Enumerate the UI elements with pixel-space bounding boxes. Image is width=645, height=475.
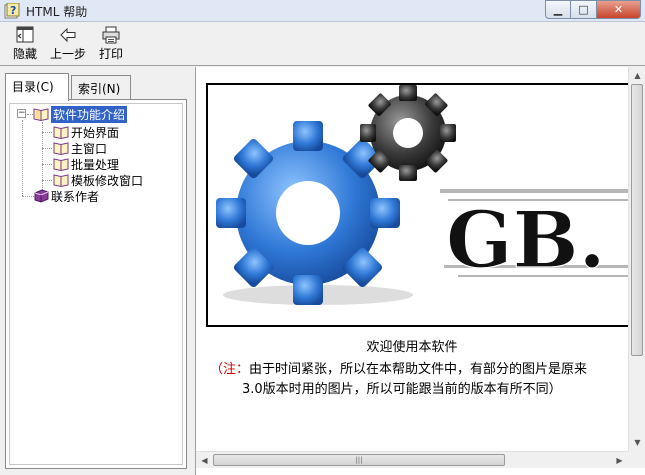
- topic-content: GB. 欢迎使用本软件 （注：由于时间紧张，所以在本帮助文件中，有部分的图片是原…: [196, 67, 628, 451]
- tree-item-contact-author[interactable]: 联系作者: [33, 188, 99, 204]
- back-arrow-icon: [60, 27, 76, 43]
- tree-connector: [42, 148, 52, 149]
- minimize-button[interactable]: ▁: [545, 0, 571, 19]
- tree-connector: [42, 180, 52, 181]
- open-book-icon: [53, 158, 69, 171]
- svg-text:?: ?: [10, 4, 16, 17]
- hide-button[interactable]: 隐藏: [8, 26, 42, 62]
- tab-contents[interactable]: 目录(C): [5, 73, 69, 101]
- vertical-scrollbar[interactable]: ▲ ▼: [628, 67, 645, 451]
- tree-collapse-toggle[interactable]: −: [17, 109, 26, 118]
- horizontal-scrollbar[interactable]: ◀ ||| ▶: [196, 451, 628, 468]
- scroll-left-icon[interactable]: ◀: [196, 452, 213, 469]
- tree-item-label: 软件功能介绍: [51, 105, 128, 123]
- title-bar: ? HTML 帮助 ▁ □ ✕: [0, 0, 645, 22]
- note-prefix: （注：: [210, 362, 250, 377]
- note-line-1: （注：由于时间紧张，所以在本帮助文件中，有部分的图片是原来: [210, 358, 628, 377]
- vertical-scroll-thumb[interactable]: [631, 84, 643, 356]
- topic-pane: GB. 欢迎使用本软件 （注：由于时间紧张，所以在本帮助文件中，有部分的图片是原…: [195, 67, 645, 475]
- tree-item-label: 批量处理: [71, 157, 120, 172]
- print-icon: [102, 26, 120, 44]
- tree-item-label: 开始界面: [71, 125, 120, 140]
- hide-button-label: 隐藏: [12, 47, 37, 61]
- maximize-button[interactable]: □: [571, 0, 597, 19]
- open-book-icon: [53, 126, 69, 139]
- help-question-icon: ?: [4, 3, 20, 19]
- banner-text: GB.: [446, 195, 606, 286]
- tree-connector: [42, 122, 43, 196]
- window-controls: ▁ □ ✕: [545, 0, 641, 20]
- print-button-label: 打印: [98, 47, 123, 61]
- contents-tree[interactable]: − 软件功能介绍 开始界面 主窗口 批量处理 模板修改窗口 联系作者: [5, 99, 187, 469]
- tree-item-label: 主窗口: [71, 141, 108, 156]
- scroll-down-icon[interactable]: ▼: [629, 434, 645, 451]
- back-button-label: 上一步: [49, 47, 86, 61]
- window-title: HTML 帮助: [26, 5, 88, 19]
- scroll-up-icon[interactable]: ▲: [629, 67, 645, 84]
- tab-index[interactable]: 索引(N): [71, 75, 131, 99]
- banner-image: GB.: [206, 83, 628, 327]
- back-button[interactable]: 上一步: [48, 26, 88, 62]
- tree-item-template-editor[interactable]: 模板修改窗口: [53, 172, 143, 188]
- tree-connector: [42, 132, 52, 133]
- open-book-icon: [33, 108, 49, 121]
- close-button[interactable]: ✕: [597, 0, 641, 19]
- print-button[interactable]: 打印: [96, 26, 126, 62]
- tree-connector: [22, 120, 23, 196]
- tree-item-root[interactable]: 软件功能介绍: [33, 105, 128, 123]
- horizontal-scroll-thumb[interactable]: |||: [213, 454, 505, 466]
- open-book-icon: [53, 142, 69, 155]
- note-line-1-text: 由于时间紧张，所以在本帮助文件中，有部分的图片是原来: [249, 362, 588, 377]
- welcome-text: 欢迎使用本软件: [366, 340, 458, 355]
- scrollbar-corner: [628, 451, 645, 468]
- tree-item-start-screen[interactable]: 开始界面: [53, 124, 119, 140]
- tree-item-main-window[interactable]: 主窗口: [53, 140, 107, 156]
- note-line-2: 3.0版本时用的图片，所以可能跟当前的版本有所不同）: [242, 382, 562, 397]
- open-book-icon: [53, 174, 69, 187]
- tree-item-label: 联系作者: [51, 189, 100, 204]
- navigation-pane: 目录(C) 索引(N) − 软件功能介绍 开始界面 主窗口 批量处理 模板修改窗…: [0, 67, 192, 475]
- scroll-right-icon[interactable]: ▶: [611, 452, 628, 469]
- hide-pane-icon: [16, 26, 34, 43]
- closed-book-icon: [34, 189, 49, 203]
- tree-connector: [42, 164, 52, 165]
- tree-item-batch[interactable]: 批量处理: [53, 156, 119, 172]
- toolbar: 隐藏 上一步 打印: [0, 22, 645, 66]
- tree-item-label: 模板修改窗口: [71, 173, 144, 188]
- gears-logo-image: GB.: [216, 85, 628, 305]
